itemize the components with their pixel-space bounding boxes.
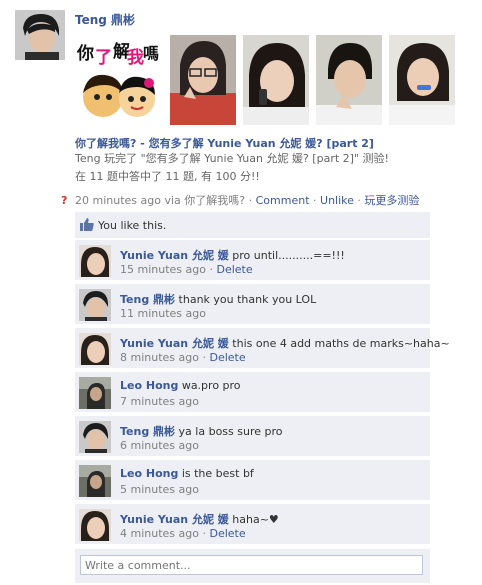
comment-body: Yunie Yuan 允妮 媛 pro until..........==!!! (120, 247, 345, 263)
quiz-description: Teng 玩完了 "您有多了解 Yunie Yuan 允妮 媛? [part 2… (75, 152, 389, 165)
meta-separator: · (309, 194, 321, 207)
comment-meta: 11 minutes ago (120, 307, 206, 320)
quiz-logo-image[interactable]: 你 了 解 我 嗎 (75, 35, 163, 125)
quiz-photo-4[interactable] (389, 35, 455, 125)
svg-text:嗎: 嗎 (143, 44, 159, 63)
comment-meta: 8 minutes ago · Delete (120, 351, 246, 364)
delete-comment-link[interactable]: Delete (216, 263, 252, 276)
commenter-name[interactable]: Yunie Yuan 允妮 媛 (120, 513, 229, 526)
comment-body: Teng 鼎彬 ya la boss sure pro (120, 423, 283, 439)
comment-meta: 4 minutes ago · Delete (120, 527, 246, 540)
comment-input[interactable] (80, 555, 423, 575)
author-avatar[interactable] (15, 10, 65, 60)
commenter-name[interactable]: Teng 鼎彬 (120, 425, 175, 438)
comment-item: Leo Hong is the best bf 5 minutes ago (75, 459, 430, 500)
unlike-link[interactable]: Unlike (320, 194, 354, 207)
post-time: 20 minutes ago via 你了解我嗎? · (75, 194, 256, 207)
quiz-app-icon: ? (60, 194, 70, 208)
quiz-photo-1[interactable] (170, 35, 236, 125)
comment-time: 6 minutes ago (120, 439, 199, 452)
commenter-avatar[interactable] (79, 509, 111, 541)
commenter-name[interactable]: Leo Hong (120, 379, 178, 392)
quiz-score: 在 11 题中答中了 11 题, 有 100 分!! (75, 170, 260, 183)
comment-text: ya la boss sure pro (175, 425, 283, 438)
commenter-avatar[interactable] (79, 333, 111, 365)
quiz-title-link[interactable]: 你了解我嗎? - 您有多了解 Yunie Yuan 允妮 媛? [part 2] (75, 135, 374, 151)
comment-meta: 6 minutes ago (120, 439, 199, 452)
comment-time: 15 minutes ago (120, 263, 206, 276)
svg-text:你: 你 (76, 43, 94, 64)
like-summary: You like this. (75, 212, 430, 238)
thumbs-up-icon (80, 218, 94, 234)
comment-text: this one 4 add maths de marks~haha~ (228, 337, 450, 350)
comment-time: 11 minutes ago (120, 307, 206, 320)
comment-time: 8 minutes ago (120, 351, 199, 364)
comment-item: Yunie Yuan 允妮 媛 haha~♥ 4 minutes ago · D… (75, 503, 430, 544)
quiz-photo-2[interactable] (243, 35, 309, 125)
comment-meta: 5 minutes ago (120, 483, 199, 496)
commenter-name[interactable]: Leo Hong (120, 467, 178, 480)
more-quizzes-link[interactable]: 玩更多测验 (364, 194, 419, 207)
commenter-name[interactable]: Teng 鼎彬 (120, 293, 175, 306)
post-author-name[interactable]: Teng 鼎彬 (75, 11, 135, 28)
comment-item: Teng 鼎彬 thank you thank you LOL 11 minut… (75, 283, 430, 324)
commenter-name[interactable]: Yunie Yuan 允妮 媛 (120, 249, 229, 262)
comment-body: Teng 鼎彬 thank you thank you LOL (120, 291, 316, 307)
comment-text: thank you thank you LOL (175, 293, 317, 306)
comment-body: Yunie Yuan 允妮 媛 haha~♥ (120, 511, 279, 527)
comment-text: wa.pro pro (178, 379, 241, 392)
post-meta: ? 20 minutes ago via 你了解我嗎? · Comment · … (61, 192, 419, 208)
comment-meta: 15 minutes ago · Delete (120, 263, 253, 276)
svg-text:?: ? (61, 194, 67, 205)
comment-time: 7 minutes ago (120, 395, 199, 408)
quiz-photo-3[interactable] (316, 35, 382, 125)
comment-item: Yunie Yuan 允妮 媛 pro until..........==!!!… (75, 239, 430, 280)
commenter-name[interactable]: Yunie Yuan 允妮 媛 (120, 337, 229, 350)
commenter-avatar[interactable] (79, 245, 111, 277)
comment-time: 5 minutes ago (120, 483, 199, 496)
comment-text: haha~♥ (228, 513, 279, 526)
svg-text:了: 了 (95, 48, 112, 68)
comment-meta: 7 minutes ago (120, 395, 199, 408)
comment-item: Yunie Yuan 允妮 媛 this one 4 add maths de … (75, 327, 450, 368)
svg-text:我: 我 (127, 48, 144, 68)
commenter-avatar[interactable] (79, 289, 111, 321)
delete-comment-link[interactable]: Delete (209, 351, 245, 364)
feedback-panel: You like this. Yunie Yuan 允妮 媛 pro until… (75, 212, 450, 583)
comment-text: pro until..........==!!! (228, 249, 345, 262)
comment-link[interactable]: Comment (256, 194, 310, 207)
delete-comment-link[interactable]: Delete (209, 527, 245, 540)
comment-composer (75, 548, 430, 583)
comment-body: Leo Hong is the best bf (120, 467, 254, 480)
comment-time: 4 minutes ago (120, 527, 199, 540)
commenter-avatar[interactable] (79, 465, 111, 497)
like-text: You like this. (98, 219, 167, 232)
comment-item: Teng 鼎彬 ya la boss sure pro 6 minutes ag… (75, 415, 430, 456)
comment-body: Leo Hong wa.pro pro (120, 379, 241, 392)
comment-body: Yunie Yuan 允妮 媛 this one 4 add maths de … (120, 335, 450, 351)
commenter-avatar[interactable] (79, 421, 111, 453)
comment-item: Leo Hong wa.pro pro 7 minutes ago (75, 371, 430, 412)
comment-text: is the best bf (178, 467, 254, 480)
commenter-avatar[interactable] (79, 377, 111, 409)
meta-separator: · (353, 194, 365, 207)
